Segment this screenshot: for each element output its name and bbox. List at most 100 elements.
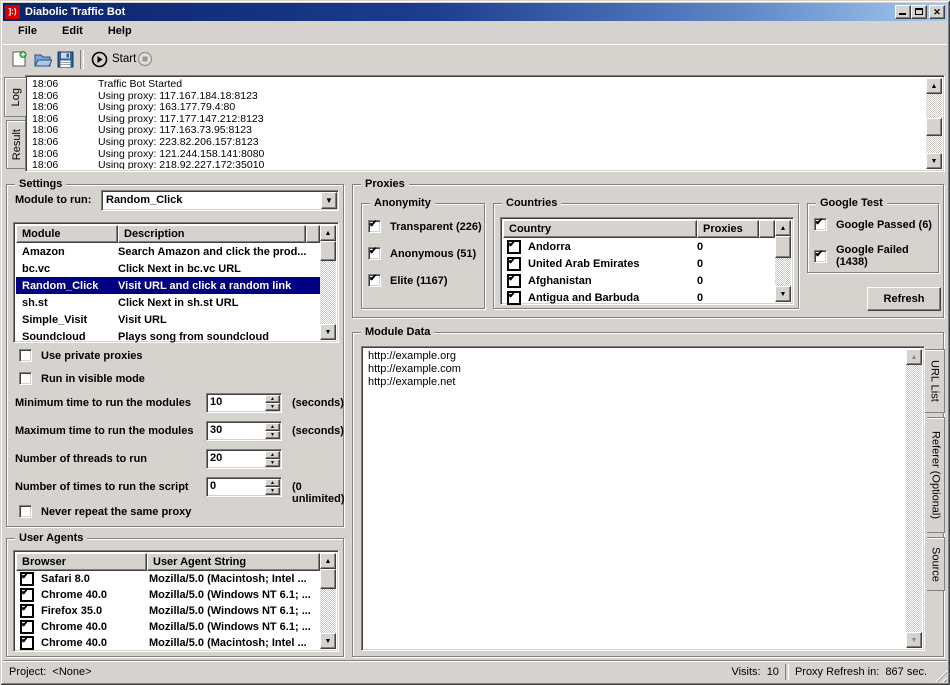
anonymous-checkbox[interactable] [368,247,381,260]
spinner-up-button[interactable] [265,479,280,487]
transparent-checkbox[interactable] [368,220,381,233]
min-time-spinner[interactable]: 10 [206,393,282,413]
run-visible-mode-row[interactable]: Run in visible mode [19,372,145,385]
country-checkbox[interactable] [507,291,521,305]
column-header-proxies[interactable]: Proxies [697,220,759,238]
max-time-spinner[interactable]: 30 [206,421,282,441]
elite-row[interactable]: Elite (1167) [368,274,447,287]
table-row[interactable]: Andorra0 [503,238,775,255]
tab-source[interactable]: Source [927,537,945,591]
google-passed-row[interactable]: Google Passed (6) [814,218,932,231]
open-project-button[interactable] [31,48,53,70]
column-header-country[interactable]: Country [503,220,697,238]
refresh-button[interactable]: Refresh [867,287,941,311]
scroll-up-button[interactable] [320,225,336,241]
title-bar[interactable]: ]:) Diabolic Traffic Bot ✕ [3,3,947,21]
country-checkbox[interactable] [507,274,521,288]
ua-checkbox[interactable] [20,604,34,618]
table-row[interactable]: Chrome 40.0Mozilla/5.0 (Windows NT 6.1; … [16,587,320,603]
scroll-down-button[interactable] [926,153,942,169]
google-failed-row[interactable]: Google Failed (1438) [814,244,938,268]
column-header-module[interactable]: Module [16,225,118,243]
spinner-up-button[interactable] [265,395,280,403]
ua-checkbox[interactable] [20,620,34,634]
table-row[interactable]: Simple_VisitVisit URL [16,311,320,328]
tab-referer[interactable]: Referer (Optional) [927,417,945,533]
spinner-down-button[interactable] [265,487,280,495]
menu-help[interactable]: Help [97,21,143,41]
use-private-proxies-checkbox[interactable] [19,349,32,362]
tab-url-list[interactable]: URL List [925,349,945,413]
menu-edit[interactable]: Edit [51,21,94,41]
never-repeat-checkbox[interactable] [19,505,32,518]
table-row[interactable]: Chrome 40.0Mozilla/5.0 (Macintosh; Intel… [16,635,320,651]
use-private-proxies-row[interactable]: Use private proxies [19,349,143,362]
table-row[interactable]: Afghanistan0 [503,272,775,289]
tab-result[interactable]: Result [6,120,26,169]
scroll-thumb[interactable] [775,236,791,258]
table-row[interactable]: Antigua and Barbuda0 [503,289,775,306]
module-data-scrollbar[interactable] [906,349,922,648]
anonymous-row[interactable]: Anonymous (51) [368,247,476,260]
country-checkbox[interactable] [507,257,521,271]
column-header-ua-string[interactable]: User Agent String [147,553,320,571]
user-agents-scrollbar[interactable] [320,553,336,649]
ua-checkbox[interactable] [20,572,34,586]
log-scrollbar[interactable] [926,78,942,169]
google-failed-checkbox[interactable] [814,250,827,263]
scroll-down-button[interactable] [320,633,336,649]
table-row[interactable]: Safari 8.0Mozilla/5.0 (Macintosh; Intel … [16,571,320,587]
countries-scrollbar[interactable] [775,220,791,302]
module-table-body: AmazonSearch Amazon and click the prod..… [16,243,320,340]
tab-log[interactable]: Log [4,77,26,117]
google-passed-checkbox[interactable] [814,218,827,231]
spinner-down-button[interactable] [265,459,280,467]
log-output[interactable]: 18:06Traffic Bot Started 18:06Using prox… [25,75,945,172]
column-header-browser[interactable]: Browser [16,553,147,571]
table-row[interactable]: Firefox 35.0Mozilla/5.0 (Windows NT 6.1;… [16,603,320,619]
ua-checkbox[interactable] [20,588,34,602]
module-data-textarea[interactable]: http://example.org http://example.com ht… [361,346,925,651]
threads-spinner[interactable]: 20 [206,449,282,469]
country-checkbox[interactable] [507,240,521,254]
spinner-up-button[interactable] [265,451,280,459]
menu-file[interactable]: File [7,21,48,41]
maximize-button[interactable] [911,5,927,19]
save-project-button[interactable] [54,48,76,70]
table-row[interactable]: Chrome 40.0Mozilla/5.0 (Windows NT 6.1; … [16,619,320,635]
scroll-thumb[interactable] [926,118,942,136]
scroll-up-button[interactable] [926,78,942,94]
scroll-down-button[interactable] [320,324,336,340]
scroll-up-button[interactable] [775,220,791,236]
column-header-description[interactable]: Description [118,225,306,243]
table-row[interactable]: AmazonSearch Amazon and click the prod..… [16,243,320,260]
close-button[interactable]: ✕ [929,5,945,19]
module-to-run-combobox[interactable]: Random_Click [101,190,339,211]
never-repeat-row[interactable]: Never repeat the same proxy [19,505,191,518]
combobox-dropdown-button[interactable] [321,192,337,209]
scroll-down-button[interactable] [906,632,922,648]
ua-checkbox[interactable] [20,636,34,650]
spinner-up-button[interactable] [265,423,280,431]
scroll-thumb[interactable] [320,569,336,589]
run-visible-mode-checkbox[interactable] [19,372,32,385]
start-button[interactable]: Start [87,48,140,70]
scroll-down-button[interactable] [775,286,791,302]
run-times-spinner[interactable]: 0 [206,477,282,497]
table-row[interactable]: bc.vcClick Next in bc.vc URL [16,260,320,277]
spinner-down-button[interactable] [265,431,280,439]
scroll-up-button[interactable] [906,349,922,365]
scroll-thumb[interactable] [320,241,336,261]
table-row[interactable]: United Arab Emirates0 [503,255,775,272]
table-row[interactable]: sh.stClick Next in sh.st URL [16,294,320,311]
elite-checkbox[interactable] [368,274,381,287]
spinner-down-button[interactable] [265,403,280,411]
minimize-button[interactable] [895,5,911,19]
scroll-up-button[interactable] [320,553,336,569]
module-table-scrollbar[interactable] [320,225,336,340]
table-row[interactable]: SoundcloudPlays song from soundcloud [16,328,320,345]
transparent-row[interactable]: Transparent (226) [368,220,482,233]
table-row[interactable]: Random_ClickVisit URL and click a random… [16,277,320,294]
stop-button[interactable] [134,48,156,70]
new-project-button[interactable] [8,48,30,70]
